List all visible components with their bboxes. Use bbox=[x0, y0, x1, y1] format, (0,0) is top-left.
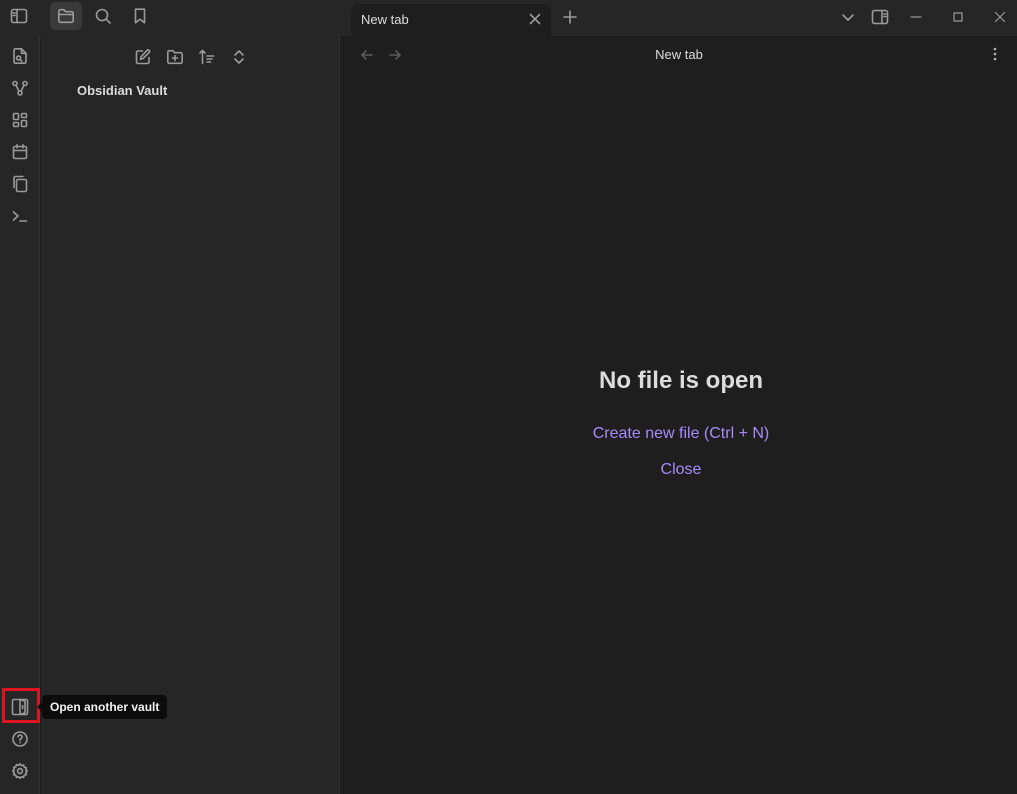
daily-note-button[interactable] bbox=[8, 140, 32, 164]
empty-state-title: No file is open bbox=[598, 367, 763, 394]
right-sidebar-toggle-button[interactable] bbox=[869, 6, 891, 28]
settings-icon bbox=[12, 763, 28, 779]
open-quick-switcher-icon bbox=[13, 47, 27, 64]
bookmarks-tab-button[interactable] bbox=[124, 2, 156, 30]
sort-icon bbox=[199, 49, 215, 65]
tab-new-tab[interactable]: New tab bbox=[351, 4, 551, 36]
insert-template-button[interactable] bbox=[8, 172, 32, 196]
more-options-icon[interactable] bbox=[987, 45, 1003, 63]
minimize-icon bbox=[910, 16, 922, 18]
canvas-icon bbox=[12, 112, 28, 128]
new-folder-icon bbox=[167, 49, 183, 65]
tab-list-button[interactable] bbox=[837, 6, 859, 28]
new-note-icon bbox=[135, 49, 151, 65]
open-quick-switcher-button[interactable] bbox=[8, 44, 32, 68]
right-sidebar-toggle-icon bbox=[871, 9, 889, 25]
close-link[interactable]: Close bbox=[341, 461, 1017, 479]
files-tab-button[interactable] bbox=[50, 2, 82, 30]
sort-button[interactable] bbox=[196, 46, 218, 68]
main-view: New tab No file is open Create new file … bbox=[341, 36, 1017, 794]
title-bar: New tab bbox=[0, 0, 1017, 36]
new-tab-plus-icon[interactable] bbox=[561, 8, 579, 26]
calendar-icon bbox=[12, 143, 28, 160]
maximize-icon bbox=[953, 12, 963, 22]
chevron-down-icon bbox=[842, 14, 854, 21]
create-new-file-link[interactable]: Create new file (Ctrl + N) bbox=[341, 425, 1017, 443]
new-folder-button[interactable] bbox=[164, 46, 186, 68]
graph-view-icon bbox=[12, 80, 28, 96]
maximize-button[interactable] bbox=[947, 6, 969, 28]
close-icon[interactable] bbox=[527, 11, 543, 27]
sidebar-toggle-icon bbox=[10, 8, 28, 24]
templates-icon bbox=[13, 175, 28, 193]
graph-view-button[interactable] bbox=[8, 76, 32, 100]
command-palette-icon bbox=[12, 211, 28, 222]
close-window-icon bbox=[994, 11, 1006, 23]
settings-button[interactable] bbox=[8, 759, 32, 783]
help-icon bbox=[12, 731, 28, 747]
bookmark-icon bbox=[134, 8, 146, 24]
close-window-button[interactable] bbox=[989, 6, 1011, 28]
new-note-button[interactable] bbox=[132, 46, 154, 68]
ribbon bbox=[0, 36, 40, 794]
command-palette-button[interactable] bbox=[8, 204, 32, 228]
help-button[interactable] bbox=[8, 727, 32, 751]
tab-title: New tab bbox=[361, 12, 409, 27]
tooltip: Open another vault bbox=[36, 695, 168, 719]
file-explorer: Obsidian Vault bbox=[41, 36, 340, 794]
minimize-button[interactable] bbox=[905, 6, 927, 28]
collapse-expand-button[interactable] bbox=[228, 46, 250, 68]
left-sidebar-toggle-button[interactable] bbox=[3, 2, 35, 30]
collapse-expand-icon bbox=[234, 50, 244, 64]
folder-icon bbox=[57, 8, 75, 24]
view-title: New tab bbox=[655, 47, 703, 62]
vault-button-highlight bbox=[2, 688, 40, 723]
vault-name[interactable]: Obsidian Vault bbox=[77, 83, 167, 98]
search-icon bbox=[95, 8, 111, 24]
canvas-button[interactable] bbox=[8, 108, 32, 132]
search-tab-button[interactable] bbox=[87, 2, 119, 30]
